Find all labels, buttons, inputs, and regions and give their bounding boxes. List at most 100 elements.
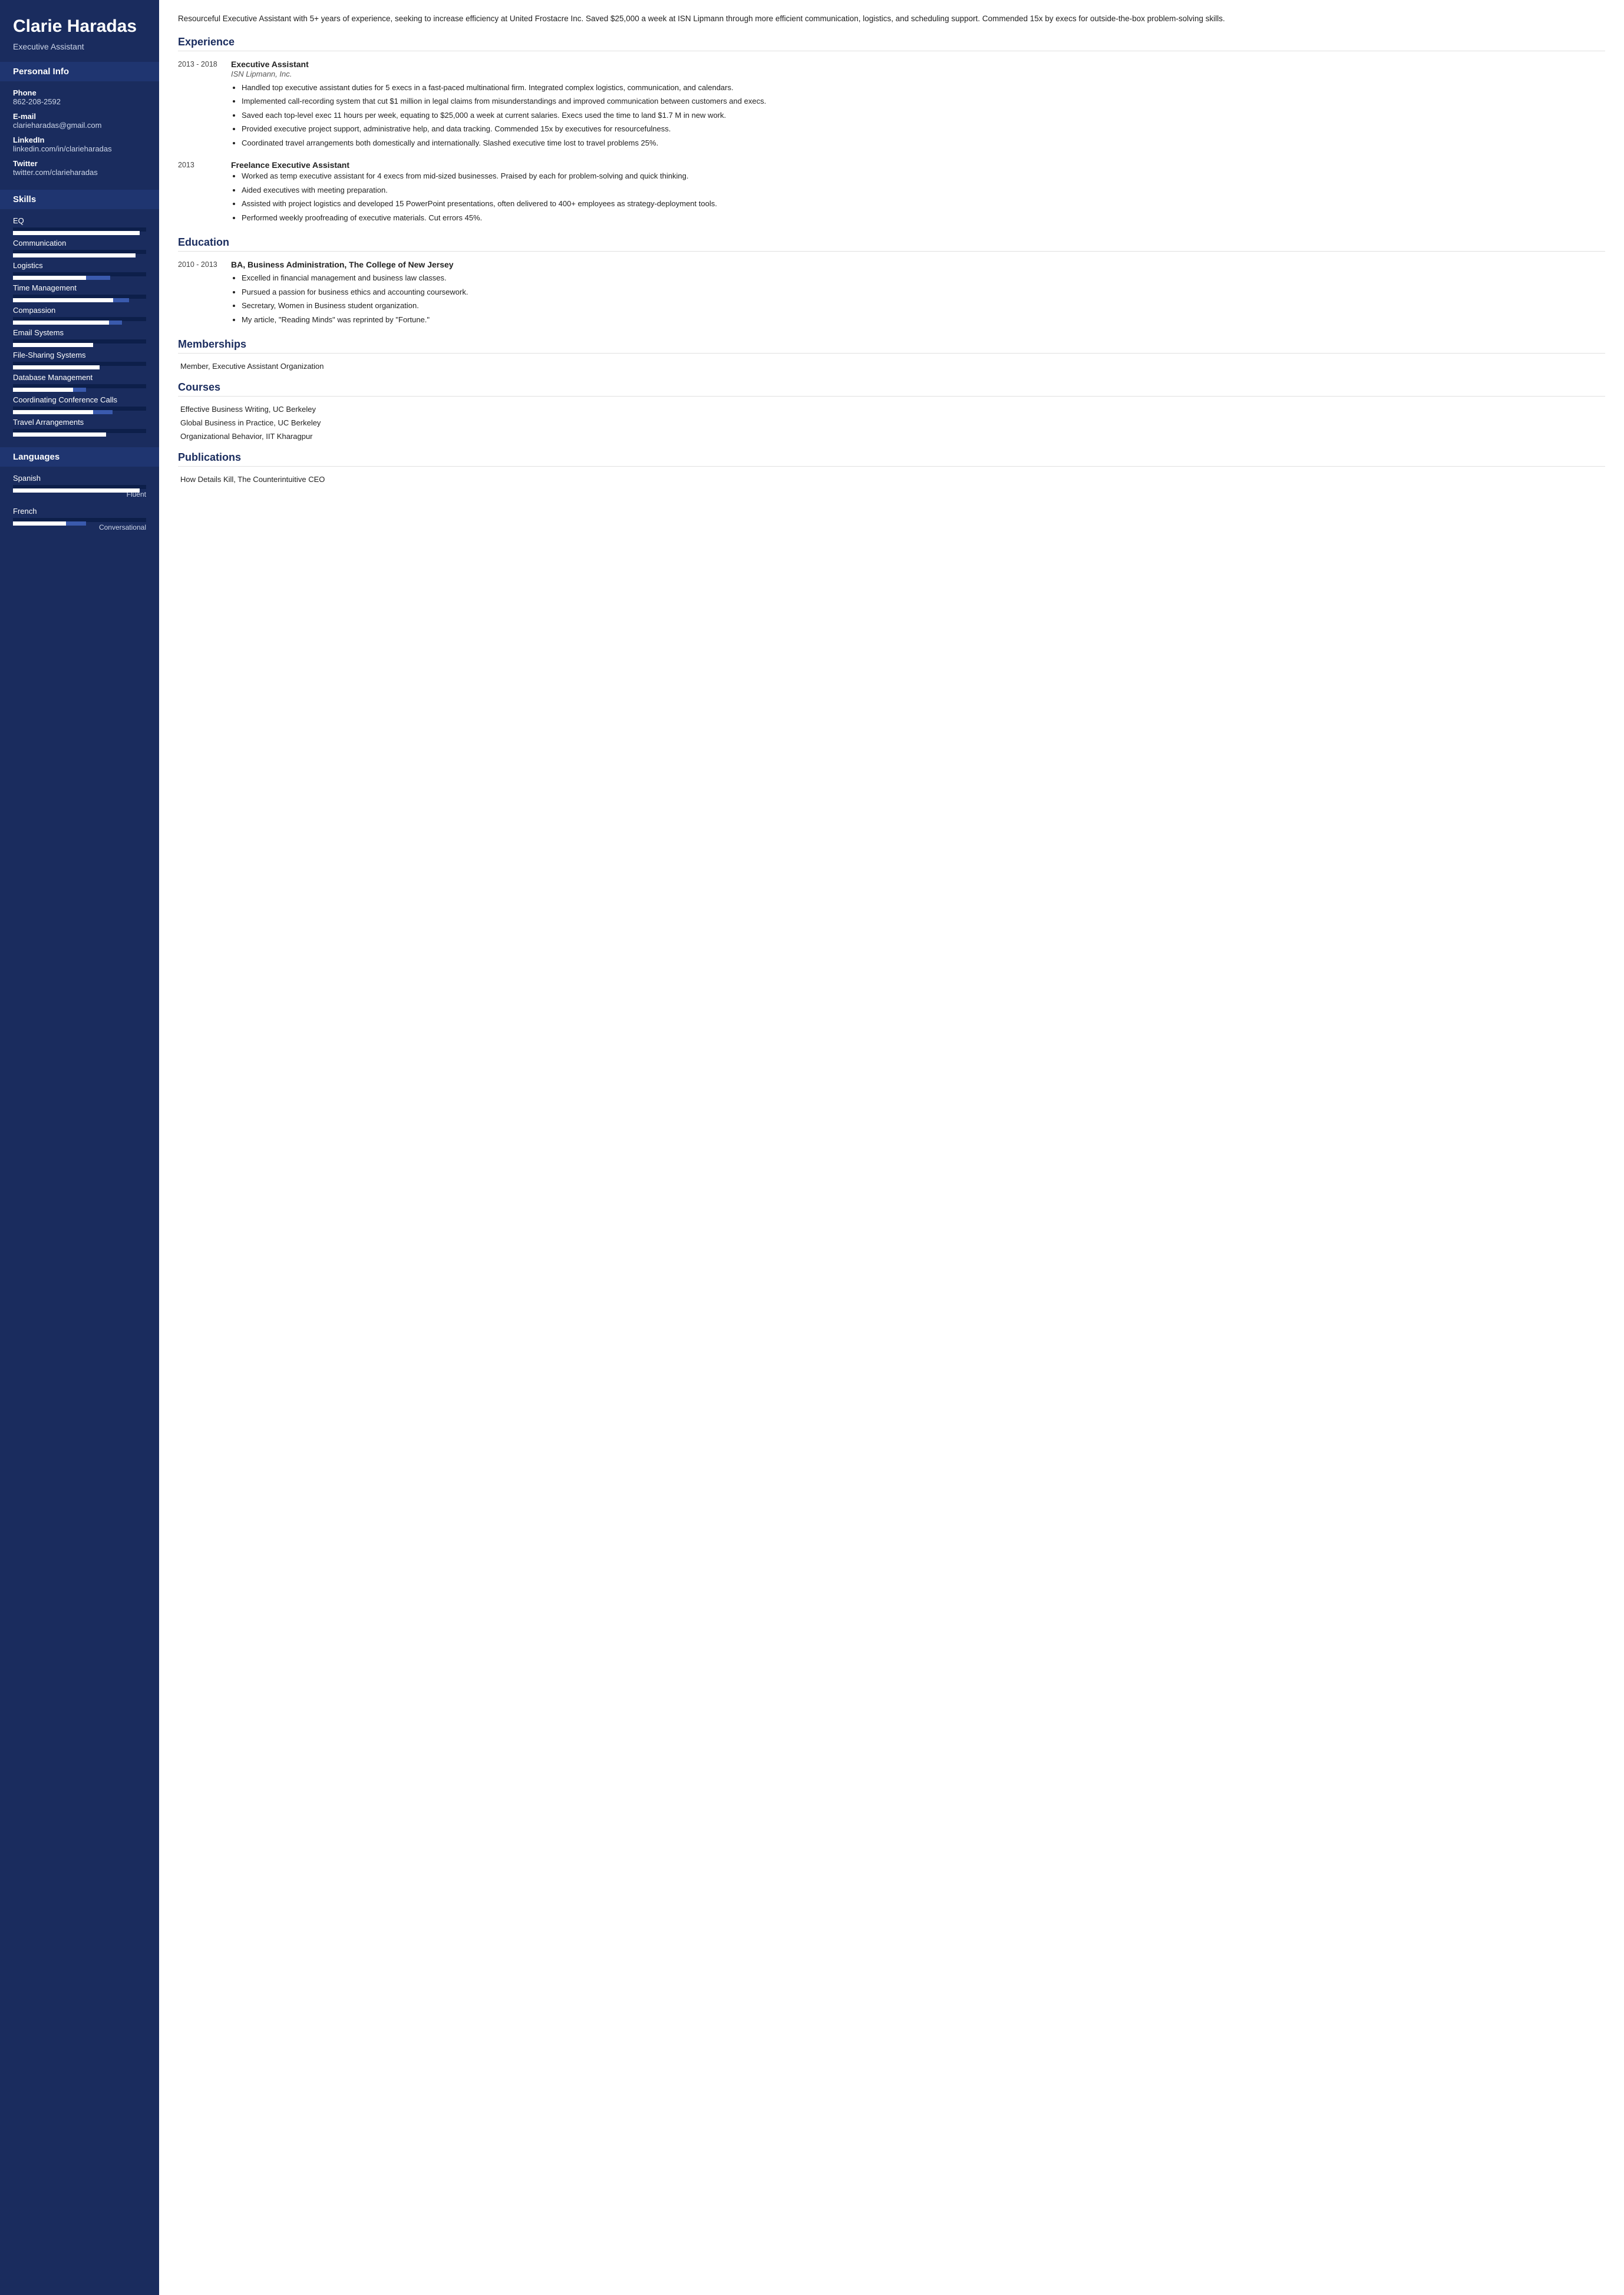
- experience-jobtitle: Executive Assistant: [231, 60, 1605, 69]
- skill-item: Coordinating Conference Calls: [13, 395, 146, 411]
- skill-bar-secondary: [109, 321, 123, 325]
- education-degree: BA, Business Administration, The College…: [231, 260, 1605, 269]
- skill-bar-fill: [13, 298, 113, 302]
- skills-title: Skills: [0, 190, 159, 209]
- experience-bullet: Performed weekly proofreading of executi…: [242, 212, 1605, 224]
- skill-bar-fill: [13, 253, 136, 257]
- experience-bullet: Saved each top-level exec 11 hours per w…: [242, 110, 1605, 121]
- languages-title: Languages: [0, 447, 159, 467]
- experience-bullet: Provided executive project support, admi…: [242, 123, 1605, 135]
- linkedin-value: linkedin.com/in/clarieharadas: [13, 144, 146, 153]
- publication-item: How Details Kill, The Counterintuitive C…: [178, 475, 1605, 484]
- skill-bar-fill: [13, 388, 73, 392]
- experience-section-title: Experience: [178, 36, 1605, 51]
- language-item: FrenchConversational: [13, 507, 146, 531]
- experience-company: ISN Lipmann, Inc.: [231, 70, 1605, 78]
- sidebar-header: Clarie Haradas Executive Assistant: [0, 0, 159, 62]
- twitter-label: Twitter: [13, 159, 146, 168]
- courses-section-title: Courses: [178, 381, 1605, 397]
- phone-item: Phone 862-208-2592: [13, 88, 146, 106]
- personal-info-title: Personal Info: [0, 62, 159, 81]
- experience-container: 2013 - 2018 Executive AssistantISN Lipman…: [178, 60, 1605, 226]
- course-item: Effective Business Writing, UC Berkeley: [178, 405, 1605, 414]
- education-block: 2010 - 2013 BA, Business Administration, …: [178, 260, 1605, 328]
- twitter-value: twitter.com/clarieharadas: [13, 168, 146, 177]
- skill-label: File-Sharing Systems: [13, 351, 146, 359]
- language-bar-fill: [13, 521, 66, 526]
- publications-section-title: Publications: [178, 451, 1605, 467]
- skill-bar-bg: [13, 227, 146, 232]
- main-content: Resourceful Executive Assistant with 5+ …: [159, 0, 1624, 2295]
- education-bullet: My article, "Reading Minds" was reprinte…: [242, 314, 1605, 326]
- experience-jobtitle: Freelance Executive Assistant: [231, 160, 1605, 170]
- skill-bar-fill: [13, 276, 86, 280]
- course-item: Global Business in Practice, UC Berkeley: [178, 418, 1605, 427]
- experience-bullets: Worked as temp executive assistant for 4…: [231, 170, 1605, 223]
- membership-item: Member, Executive Assistant Organization: [178, 362, 1605, 371]
- skill-bar-fill: [13, 343, 93, 347]
- education-date: 2010 - 2013: [178, 260, 220, 328]
- phone-value: 862-208-2592: [13, 97, 146, 106]
- twitter-item: Twitter twitter.com/clarieharadas: [13, 159, 146, 177]
- phone-label: Phone: [13, 88, 146, 97]
- publications-container: How Details Kill, The Counterintuitive C…: [178, 475, 1605, 484]
- education-bullet: Excelled in financial management and bus…: [242, 272, 1605, 284]
- experience-bullet: Implemented call-recording system that c…: [242, 95, 1605, 107]
- skill-label: Travel Arrangements: [13, 418, 146, 427]
- candidate-name: Clarie Haradas: [13, 16, 146, 37]
- skill-item: Compassion: [13, 306, 146, 321]
- email-value: clarieharadas@gmail.com: [13, 121, 146, 130]
- experience-date: 2013 - 2018: [178, 60, 220, 151]
- education-section-title: Education: [178, 236, 1605, 252]
- skill-item: Time Management: [13, 283, 146, 299]
- skill-item: Travel Arrangements: [13, 418, 146, 433]
- education-bullets: Excelled in financial management and bus…: [231, 272, 1605, 325]
- linkedin-item: LinkedIn linkedin.com/in/clarieharadas: [13, 136, 146, 153]
- skill-item: Database Management: [13, 373, 146, 388]
- personal-info-section: Phone 862-208-2592 E-mail clarieharadas@…: [0, 81, 159, 190]
- language-label: Spanish: [13, 474, 146, 483]
- skill-item: Logistics: [13, 261, 146, 276]
- sidebar: Clarie Haradas Executive Assistant Perso…: [0, 0, 159, 2295]
- skill-item: EQ: [13, 216, 146, 232]
- skill-item: Communication: [13, 239, 146, 254]
- experience-bullet: Aided executives with meeting preparatio…: [242, 184, 1605, 196]
- experience-bullet: Coordinated travel arrangements both dom…: [242, 137, 1605, 149]
- email-label: E-mail: [13, 112, 146, 121]
- skill-bar-bg: [13, 250, 146, 254]
- experience-content: Executive AssistantISN Lipmann, Inc. Hand…: [231, 60, 1605, 151]
- skill-bar-bg: [13, 339, 146, 344]
- skill-bar-secondary: [73, 388, 87, 392]
- languages-section: SpanishFluent FrenchConversational: [0, 467, 159, 547]
- skill-item: File-Sharing Systems: [13, 351, 146, 366]
- courses-container: Effective Business Writing, UC Berkeley G…: [178, 405, 1605, 441]
- course-item: Organizational Behavior, IIT Kharagpur: [178, 432, 1605, 441]
- linkedin-label: LinkedIn: [13, 136, 146, 144]
- skill-label: Database Management: [13, 373, 146, 382]
- memberships-container: Member, Executive Assistant Organization: [178, 362, 1605, 371]
- skill-bar-fill: [13, 365, 100, 369]
- skill-item: Email Systems: [13, 328, 146, 344]
- experience-block: 2013 Freelance Executive AssistantWorked …: [178, 160, 1605, 226]
- language-bar-bg: [13, 518, 146, 522]
- language-bar-secondary: [66, 521, 86, 526]
- skill-bar-bg: [13, 429, 146, 433]
- skill-label: Communication: [13, 239, 146, 247]
- skill-label: EQ: [13, 216, 146, 225]
- skill-label: Coordinating Conference Calls: [13, 395, 146, 404]
- skill-bar-secondary: [93, 410, 113, 414]
- education-bullet: Pursued a passion for business ethics an…: [242, 286, 1605, 298]
- experience-bullets: Handled top executive assistant duties f…: [231, 82, 1605, 149]
- skill-bar-fill: [13, 432, 106, 437]
- experience-date: 2013: [178, 160, 220, 226]
- language-bar-fill: [13, 488, 140, 493]
- education-bullet: Secretary, Women in Business student org…: [242, 300, 1605, 312]
- memberships-section-title: Memberships: [178, 338, 1605, 354]
- experience-content: Freelance Executive AssistantWorked as t…: [231, 160, 1605, 226]
- skill-bar-fill: [13, 231, 140, 235]
- summary: Resourceful Executive Assistant with 5+ …: [178, 13, 1605, 25]
- skill-label: Email Systems: [13, 328, 146, 337]
- language-item: SpanishFluent: [13, 474, 146, 498]
- experience-bullet: Worked as temp executive assistant for 4…: [242, 170, 1605, 182]
- skill-bar-bg: [13, 317, 146, 321]
